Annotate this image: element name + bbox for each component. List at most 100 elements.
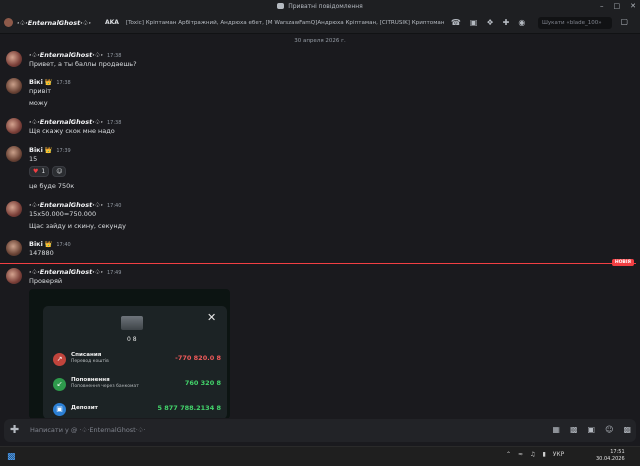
- avatar[interactable]: [6, 240, 22, 256]
- message-author[interactable]: ·♤·EnternalGhost·♤·: [29, 268, 103, 276]
- recipient-name[interactable]: ·♤·EnternalGhost·♤·: [17, 19, 91, 27]
- discord-logo-icon: [277, 3, 285, 9]
- transaction-row: ↙ Поповнення Поповнення через банкомат 7…: [53, 377, 227, 393]
- gift-icon[interactable]: ▦: [552, 425, 560, 434]
- message-timestamp: 17:38: [106, 120, 122, 126]
- recipient-avatar[interactable]: [4, 18, 13, 27]
- message-text: 15x50.000=750.000: [29, 210, 97, 218]
- message-timestamp: 17:49: [106, 270, 122, 276]
- voice-call-icon[interactable]: ☎: [451, 18, 461, 27]
- crown-icon: 👑: [44, 79, 53, 86]
- transaction-amount: -770 820.0 8: [175, 354, 221, 362]
- message-timestamp: 17:38: [106, 53, 122, 59]
- message-timestamp: 17:38: [56, 80, 71, 86]
- window-titlebar: Приватні повідомлення – □ ✕: [0, 0, 640, 12]
- aka-label: AKA: [104, 19, 119, 26]
- balance-value: 0 8: [127, 336, 137, 343]
- system-tray: ⌃ ≈ ♫ ▮ УКР: [506, 451, 564, 458]
- window-controls: – □ ✕: [600, 0, 636, 12]
- battery-icon[interactable]: ▮: [542, 451, 545, 458]
- savings-icon: ▣: [53, 403, 66, 416]
- header-actions: ☎ ▣ ❖ ✚ ◉: [451, 18, 525, 27]
- message-list[interactable]: 30 апреля 2026 г. ·♤·EnternalGhost·♤· 17…: [0, 34, 640, 418]
- sticker-icon[interactable]: ▣: [588, 425, 596, 434]
- message-author[interactable]: ·♤·EnternalGhost·♤·: [29, 51, 103, 59]
- language-indicator[interactable]: УКР: [553, 451, 565, 458]
- search-input[interactable]: Шукати «blade_100»: [538, 17, 612, 29]
- pin-icon[interactable]: ❖: [486, 18, 493, 27]
- avatar[interactable]: [6, 51, 22, 67]
- message-timestamp: 17:40: [106, 203, 122, 209]
- maximize-icon[interactable]: □: [614, 2, 621, 10]
- os-taskbar: ▩ ⌃ ≈ ♫ ▮ УКР 17:51 30.04.2026: [0, 446, 640, 466]
- composer-actions: ▦ ▩ ▣ ☺ ▩: [552, 425, 631, 434]
- message-text: Щя скажу скок мне надо: [29, 127, 115, 135]
- screenshot-phone-screen: ✕ 0 8 ↗ Списания Перевод коштів -770 820…: [43, 306, 227, 418]
- crown-icon: 👑: [44, 147, 53, 154]
- crown-icon: 👑: [44, 241, 53, 248]
- date-divider: 30 апреля 2026 г.: [294, 38, 346, 44]
- gif-icon[interactable]: ▩: [570, 425, 578, 434]
- tray-up-icon[interactable]: ⌃: [506, 451, 511, 458]
- message-author[interactable]: Вікі: [29, 146, 43, 154]
- attach-plus-icon[interactable]: ✚: [10, 423, 19, 436]
- reactions: ♥ 1 ☺: [29, 166, 67, 177]
- avatar[interactable]: [6, 201, 22, 217]
- system-clock[interactable]: 17:51 30.04.2026: [596, 449, 625, 463]
- dm-header: ·♤·EnternalGhost·♤· AKA [Toxic] Кріптама…: [0, 12, 640, 34]
- card-icon: [121, 316, 143, 330]
- message-text: Привет, а ты баллы продаешь?: [29, 60, 137, 68]
- window-title: Приватні повідомлення: [288, 2, 363, 10]
- wifi-icon[interactable]: ≈: [518, 451, 523, 458]
- transaction-subtitle: Поповнення через банкомат: [71, 384, 139, 389]
- new-messages-divider: [0, 263, 636, 264]
- message-text: 15: [29, 155, 38, 163]
- transaction-amount: 5 877 788.2134 8: [157, 404, 221, 412]
- apps-icon[interactable]: ▩: [623, 425, 631, 434]
- reaction-heart[interactable]: ♥ 1: [29, 166, 50, 177]
- message-text: це буде 750к: [29, 182, 75, 190]
- withdraw-icon: ↗: [53, 353, 66, 366]
- message-author[interactable]: ·♤·EnternalGhost·♤·: [29, 118, 103, 126]
- heart-icon: ♥: [33, 168, 39, 175]
- transaction-subtitle: Перевод коштів: [71, 359, 109, 364]
- close-window-icon[interactable]: ✕: [630, 2, 636, 10]
- new-messages-badge: НОВІЯ: [611, 259, 634, 266]
- volume-icon[interactable]: ♫: [530, 451, 535, 458]
- transaction-title: Поповнення: [71, 377, 110, 383]
- avatar[interactable]: [6, 118, 22, 134]
- image-attachment[interactable]: ✕ 0 8 ↗ Списания Перевод коштів -770 820…: [29, 289, 230, 418]
- message-text: Щас зайду и скину, секунду: [29, 222, 126, 230]
- inbox-icon[interactable]: ▢: [620, 17, 628, 26]
- transaction-row: ▣ Депозит 5 877 788.2134 8: [53, 402, 227, 418]
- message-timestamp: 17:40: [56, 242, 71, 248]
- message-text: Проверяй: [29, 277, 63, 285]
- avatar[interactable]: [6, 146, 22, 162]
- reaction-count: 1: [41, 168, 46, 175]
- user-profile-icon[interactable]: ◉: [518, 18, 525, 27]
- message-text: привіт: [29, 87, 52, 95]
- message-author[interactable]: Вікі: [29, 78, 43, 86]
- transaction-amount: 760 320 8: [184, 379, 221, 387]
- clock-time: 17:51: [610, 449, 625, 455]
- message-author[interactable]: ·♤·EnternalGhost·♤·: [29, 201, 103, 209]
- transaction-title: Списания: [71, 352, 102, 358]
- minimize-icon[interactable]: –: [600, 2, 604, 10]
- message-author[interactable]: Вікі: [29, 240, 43, 248]
- video-call-icon[interactable]: ▣: [470, 18, 478, 27]
- start-menu-icon[interactable]: ▩: [7, 452, 16, 462]
- add-friend-icon[interactable]: ✚: [503, 18, 510, 27]
- message-composer[interactable]: ✚ Написати у @ ·♤·EnternalGhost·♤· ▦ ▩ ▣…: [4, 419, 636, 442]
- avatar[interactable]: [6, 78, 22, 94]
- clock-date: 30.04.2026: [596, 456, 625, 462]
- message-input[interactable]: Написати у @ ·♤·EnternalGhost·♤·: [30, 426, 146, 434]
- message-text: 147880: [29, 249, 54, 257]
- close-icon: ✕: [207, 311, 217, 324]
- transaction-title: Депозит: [71, 405, 98, 411]
- add-reaction-button[interactable]: ☺: [52, 166, 67, 177]
- add-reaction-icon: ☺: [56, 168, 63, 175]
- avatar[interactable]: [6, 268, 22, 284]
- alias-list[interactable]: [Toxic] Кріптаман Арбітражний, Андрюха е…: [126, 20, 444, 26]
- emoji-icon[interactable]: ☺: [605, 425, 613, 434]
- message-timestamp: 17:39: [56, 148, 71, 154]
